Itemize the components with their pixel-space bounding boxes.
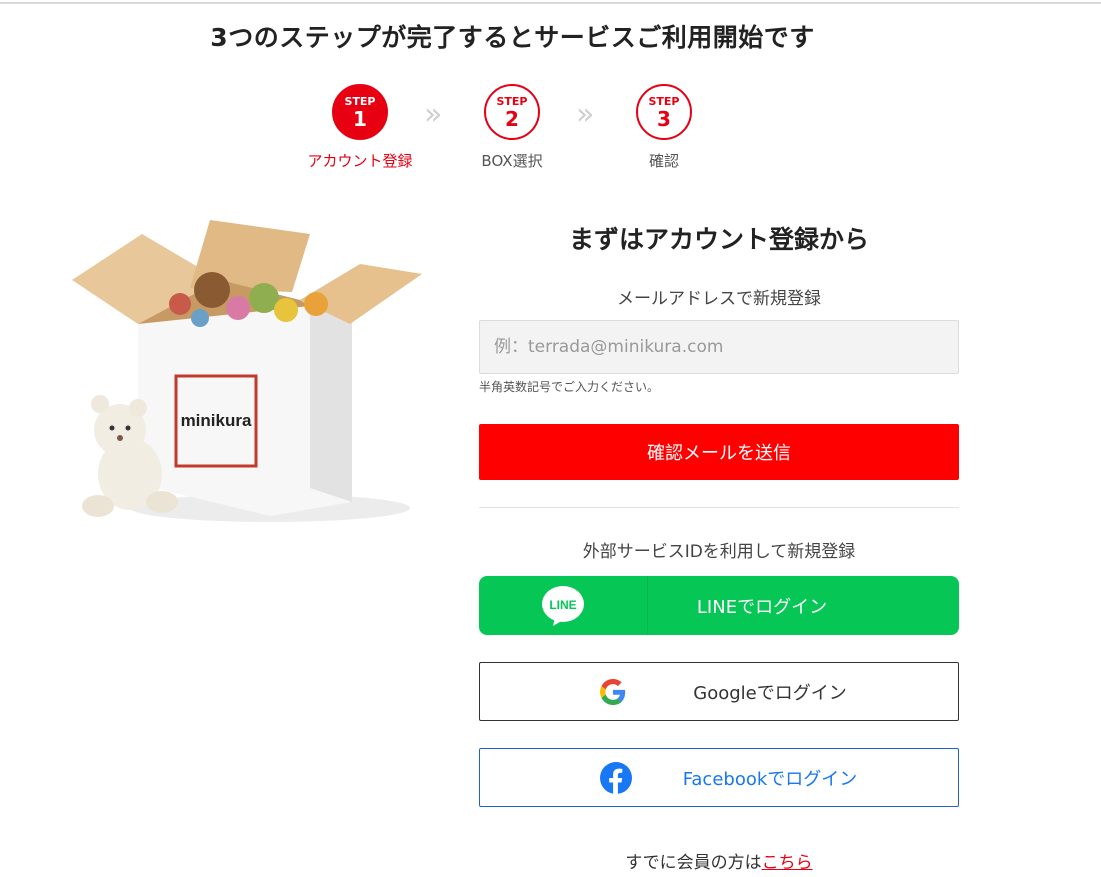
google-login-label: Googleでログイン [693,682,847,704]
line-login-button[interactable]: LINE LINEでログイン [479,576,959,635]
step-2-number: 2 [505,107,519,131]
member-login-link[interactable]: こちら [762,853,813,873]
hero-box-image: minikura [72,220,422,522]
external-section-label: 外部サービスIDを利用して新規登録 [582,542,856,562]
hero-box-illustration: minikura [60,212,430,542]
section-divider [479,507,959,508]
existing-member-text: すでに会員の方はこちら [479,848,959,873]
step-3-label: 確認 [648,152,679,170]
line-login-label: LINEでログイン [696,596,828,618]
facebook-login-button[interactable]: Facebookでログイン [479,748,959,807]
step-1-number: 1 [353,107,367,131]
step-3-number: 3 [657,107,671,131]
page-title: 3つのステップが完了するとサービスご利用開始です [210,23,815,52]
email-hint: 半角英数記号でご入力ください。 [479,380,660,394]
step-1-label: アカウント登録 [307,152,413,170]
top-border [0,2,1101,4]
step-separator-icon: » [424,97,443,132]
step-3-circle: STEP 3 [636,84,692,140]
member-prefix: すでに会員の方は [625,853,762,873]
email-section-label: メールアドレスで新規登録 [617,289,821,309]
step-3: STEP 3 確認 [604,84,724,171]
send-confirmation-button[interactable]: 確認メールを送信 [479,424,959,480]
step-2-label: BOX選択 [481,152,543,170]
step-1-circle: STEP 1 [332,84,388,140]
step-1: STEP 1 アカウント登録 [300,84,420,171]
step-separator-icon: » [576,97,595,132]
google-login-button[interactable]: Googleでログイン [479,662,959,721]
signup-title: まずはアカウント登録から [568,225,869,254]
facebook-login-label: Facebookでログイン [682,768,858,790]
step-2: STEP 2 BOX選択 [452,84,572,171]
brand-logo: minikura [181,411,252,430]
step-2-circle: STEP 2 [484,84,540,140]
email-field[interactable] [479,320,959,374]
